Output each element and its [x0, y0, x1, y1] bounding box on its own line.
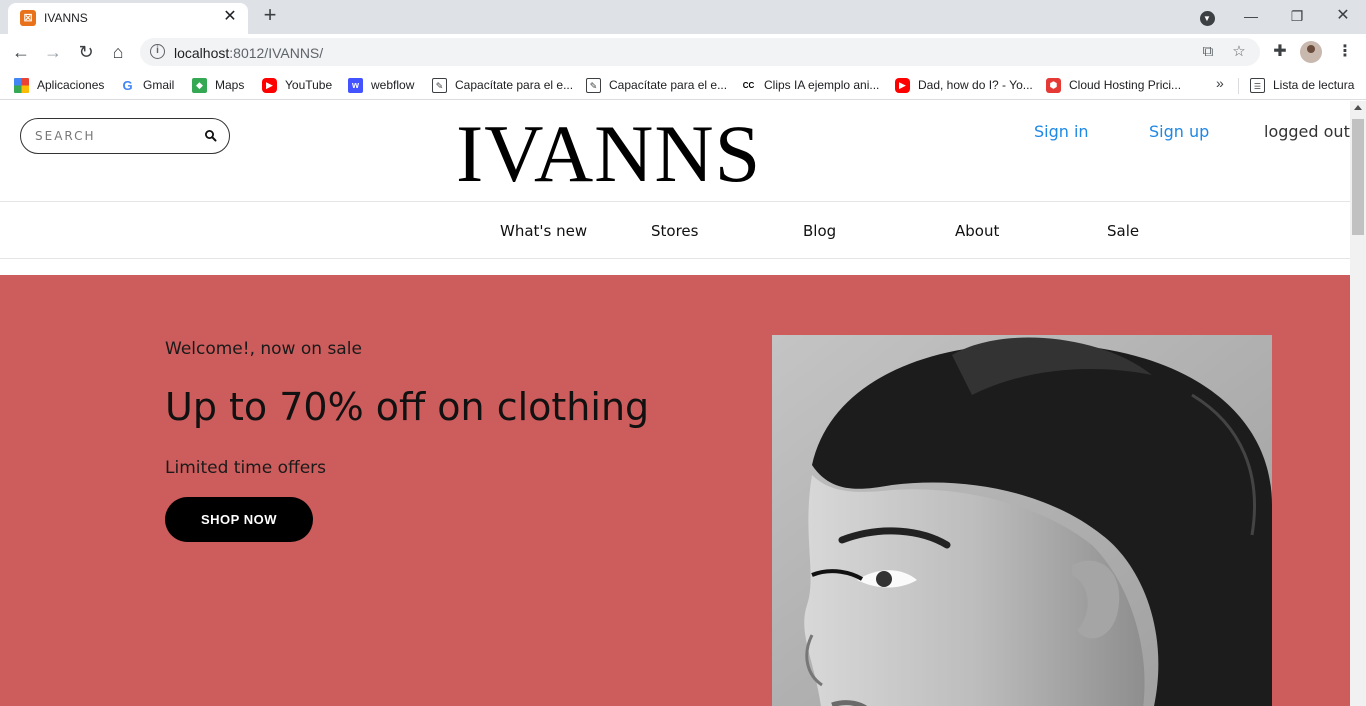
page-scrollbar[interactable]: [1350, 101, 1366, 706]
edit-note-icon: ✎: [432, 77, 447, 93]
reading-list-icon: ☰: [1250, 77, 1265, 93]
hero-headline: Up to 70% off on clothing: [165, 385, 650, 429]
address-bar[interactable]: i localhost:8012/IVANNS/ ⧉ ☆: [140, 38, 1260, 66]
reload-icon[interactable]: ↻: [73, 39, 99, 65]
bookmark-item[interactable]: ✎ Capacítate para el e...: [432, 76, 573, 94]
youtube-icon: ▶: [895, 77, 910, 93]
more-menu-icon[interactable]: ⋮: [1333, 40, 1357, 64]
forward-arrow-icon[interactable]: →: [40, 39, 66, 65]
sign-up-link[interactable]: Sign up: [1149, 122, 1209, 141]
minimize-icon[interactable]: —: [1240, 4, 1262, 28]
url-text[interactable]: localhost:8012/IVANNS/: [174, 45, 323, 61]
bookmark-star-icon[interactable]: ☆: [1229, 42, 1249, 62]
hero-model-photo: [772, 335, 1272, 706]
bookmark-label: Capacítate para el e...: [609, 78, 728, 92]
youtube-icon: ▶: [262, 77, 277, 93]
browser-tab-strip: ⊠ IVANNS ✕ + ▼ — ❐ ✕: [0, 0, 1366, 34]
login-status: logged out: [1264, 122, 1350, 141]
bookmark-label: Cloud Hosting Prici...: [1069, 78, 1182, 92]
scrollbar-thumb[interactable]: [1352, 119, 1364, 235]
bookmark-label: Aplicaciones: [37, 78, 105, 92]
nav-whats-new[interactable]: What's new: [500, 222, 587, 240]
bookmark-item[interactable]: ◆ Maps: [192, 76, 244, 94]
nav-stores[interactable]: Stores: [651, 222, 698, 240]
bookmark-item[interactable]: ⬢ Cloud Hosting Prici...: [1046, 76, 1181, 94]
apps-grid-icon: [14, 77, 29, 93]
shop-now-button[interactable]: SHOP NOW: [165, 497, 313, 542]
hero-banner: Welcome!, now on sale Up to 70% off on c…: [0, 275, 1350, 706]
extensions-puzzle-icon[interactable]: ✚: [1268, 40, 1292, 64]
google-icon: G: [120, 77, 135, 93]
bookmark-item[interactable]: G Gmail: [120, 76, 174, 94]
bookmark-item[interactable]: ▶ YouTube: [262, 76, 332, 94]
bookmark-item[interactable]: Aplicaciones: [14, 76, 104, 94]
main-nav: What's new Stores Blog About Sale: [0, 201, 1350, 259]
new-tab-icon[interactable]: +: [258, 4, 282, 28]
page-viewport: IVANNS Sign in Sign up logged out What's…: [0, 101, 1350, 706]
profile-avatar[interactable]: [1300, 41, 1322, 63]
tab-search-icon[interactable]: ▼: [1196, 4, 1218, 28]
search-input[interactable]: [35, 127, 195, 145]
bookmark-label: Gmail: [143, 78, 175, 92]
site-logo[interactable]: IVANNS: [456, 109, 761, 199]
bookmark-label: Maps: [215, 78, 245, 92]
bookmark-label: webflow: [371, 78, 415, 92]
reading-list-label: Lista de lectura: [1273, 78, 1355, 92]
search-box: [20, 118, 230, 154]
browser-tab[interactable]: ⊠ IVANNS ✕: [8, 3, 248, 34]
webflow-icon: w: [348, 77, 363, 93]
close-window-icon[interactable]: ✕: [1332, 4, 1354, 28]
maps-icon: ◆: [192, 77, 207, 93]
hero-subtext: Limited time offers: [165, 458, 327, 478]
restore-icon[interactable]: ❐: [1286, 4, 1308, 28]
bookmark-item[interactable]: ▶ Dad, how do I? - Yo...: [895, 76, 1033, 94]
cc-icon: CC: [741, 77, 756, 93]
browser-toolbar: ← → ↻ ⌂ i localhost:8012/IVANNS/ ⧉ ☆ ✚ ⋮: [0, 34, 1366, 70]
bookmarks-bar: Aplicaciones G Gmail ◆ Maps ▶ YouTube w …: [0, 70, 1366, 100]
bookmark-label: YouTube: [285, 78, 333, 92]
back-arrow-icon[interactable]: ←: [8, 39, 34, 65]
translate-icon[interactable]: ⧉: [1198, 42, 1218, 62]
cloud-hosting-icon: ⬢: [1046, 77, 1061, 93]
bookmark-label: Dad, how do I? - Yo...: [918, 78, 1033, 92]
bookmark-label: Clips IA ejemplo ani...: [764, 78, 880, 92]
bookmark-label: Capacítate para el e...: [455, 78, 574, 92]
nav-blog[interactable]: Blog: [803, 222, 836, 240]
site-info-icon[interactable]: i: [150, 44, 165, 59]
close-tab-icon[interactable]: ✕: [220, 7, 240, 27]
nav-sale[interactable]: Sale: [1107, 222, 1139, 240]
hero-welcome-text: Welcome!, now on sale: [165, 339, 362, 359]
edit-note-icon: ✎: [586, 77, 601, 93]
tab-title: IVANNS: [44, 11, 88, 25]
xampp-favicon-icon: ⊠: [20, 10, 36, 26]
more-bookmarks-chevron-icon[interactable]: »: [1216, 75, 1224, 91]
sign-in-link[interactable]: Sign in: [1034, 122, 1089, 141]
search-icon[interactable]: [203, 128, 219, 144]
bookmark-item[interactable]: w webflow: [348, 76, 414, 94]
bookmark-item[interactable]: ✎ Capacítate para el e...: [586, 76, 727, 94]
nav-about[interactable]: About: [955, 222, 999, 240]
model-portrait-illustration: [772, 335, 1272, 706]
bookmark-item[interactable]: CC Clips IA ejemplo ani...: [741, 76, 879, 94]
divider: [1238, 78, 1239, 94]
home-icon[interactable]: ⌂: [105, 39, 131, 65]
reading-list-button[interactable]: ☰ Lista de lectura: [1250, 76, 1354, 94]
scroll-up-arrow-icon[interactable]: [1354, 105, 1362, 110]
